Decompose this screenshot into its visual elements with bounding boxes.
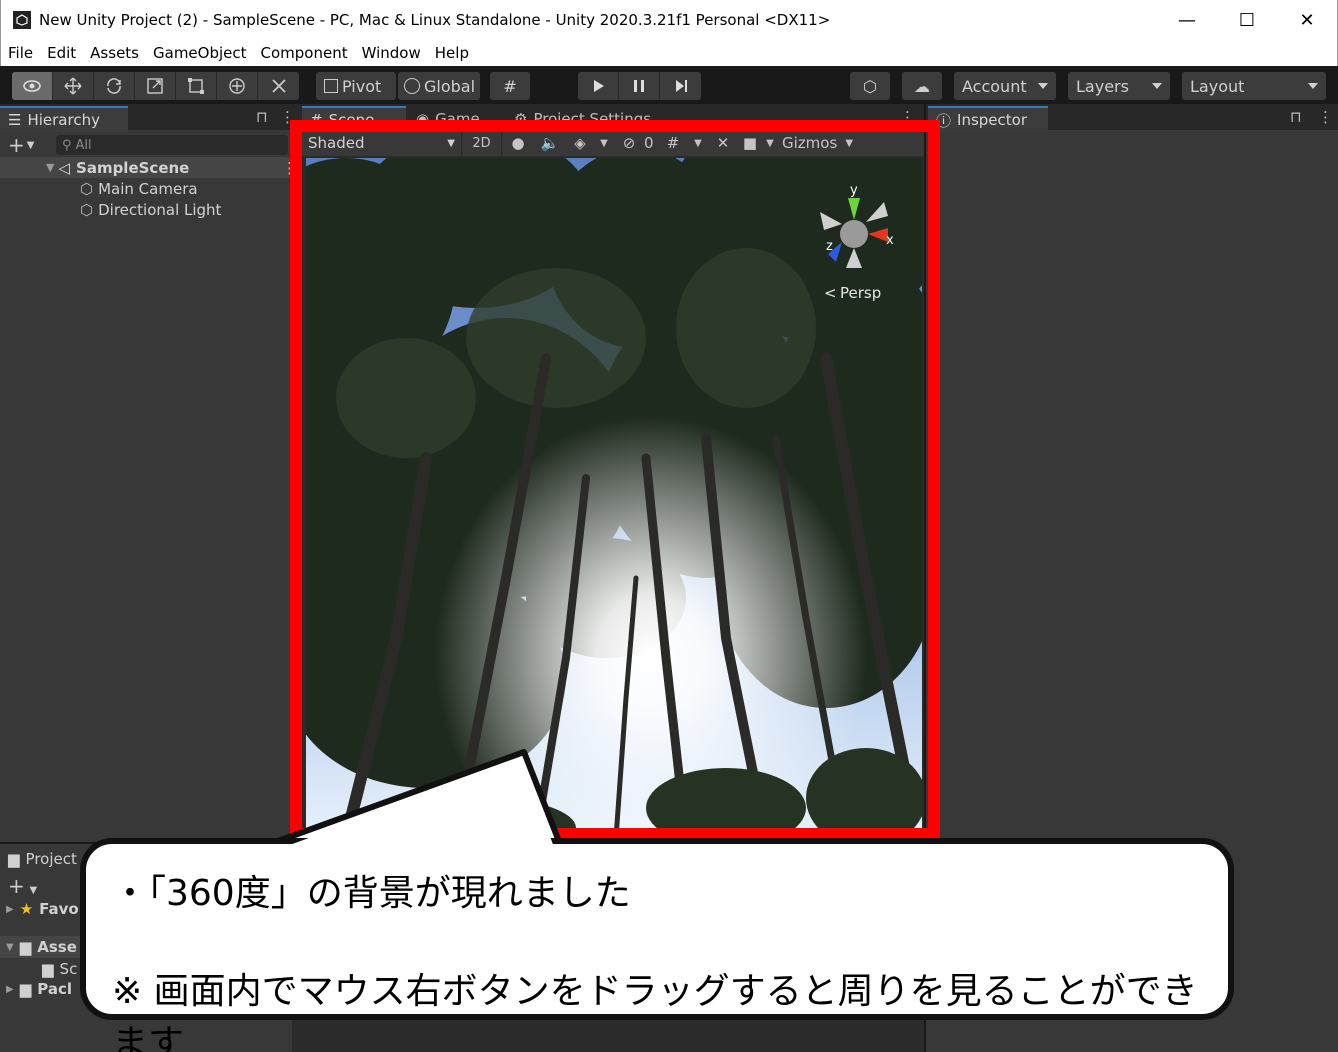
- instruction-callout: ・「360度」の背景が現れました ※ 画面内でマウス右ボタンをドラッグすると周り…: [80, 838, 1234, 1052]
- callout-line-2: ※ 画面内でマウス右ボタンをドラッグすると周りを見ることができます: [112, 971, 1198, 1052]
- callout-line-1: ・「360度」の背景が現れました: [112, 873, 631, 914]
